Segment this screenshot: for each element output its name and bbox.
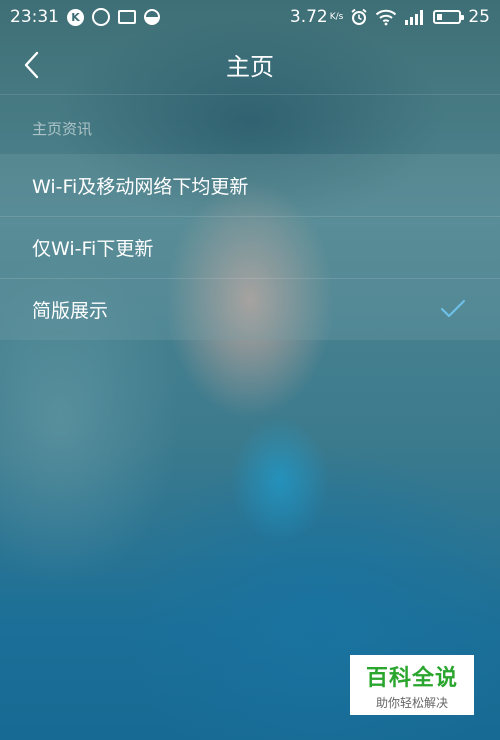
option-label: 简版展示 [32, 300, 109, 322]
battery-icon [433, 10, 465, 24]
watermark-badge: 百科全说 助你轻松解决 [350, 655, 474, 715]
half-circle-icon [144, 9, 160, 25]
k-app-icon: K [67, 8, 84, 26]
option-label: 仅Wi-Fi下更新 [32, 238, 154, 260]
chevron-left-icon [24, 51, 39, 79]
option-simple-view[interactable]: 简版展示 [0, 278, 500, 340]
status-left: 23:31 K [10, 7, 160, 27]
status-bar: 23:31 K 3.72 K/s 25 [0, 0, 500, 34]
options-list: Wi-Fi及移动网络下均更新 仅Wi-Fi下更新 简版展示 [0, 154, 500, 340]
wifi-icon [375, 8, 397, 26]
back-button[interactable] [22, 50, 52, 80]
page-title: 主页 [226, 52, 274, 81]
checkmark-icon [441, 300, 465, 317]
q-app-icon [92, 8, 110, 26]
watermark-title: 百科全说 [365, 665, 458, 691]
app-header: 主页 [0, 34, 500, 95]
option-wifi-only[interactable]: 仅Wi-Fi下更新 [0, 216, 500, 278]
option-label: Wi-Fi及移动网络下均更新 [32, 175, 249, 198]
option-wifi-and-mobile[interactable]: Wi-Fi及移动网络下均更新 [0, 154, 500, 216]
image-icon [118, 10, 136, 24]
alarm-icon [350, 8, 368, 26]
battery-fill [437, 14, 443, 20]
status-time: 23:31 [10, 7, 59, 27]
section-label: 主页资讯 [32, 120, 93, 138]
network-speed: 3.72 [289, 7, 328, 27]
battery-level: 25 [468, 7, 490, 27]
status-right: 3.72 K/s 25 [290, 7, 490, 27]
network-speed-unit: K/s [329, 11, 344, 22]
signal-icon [404, 9, 426, 25]
watermark-subtitle: 助你轻松解决 [375, 695, 448, 710]
